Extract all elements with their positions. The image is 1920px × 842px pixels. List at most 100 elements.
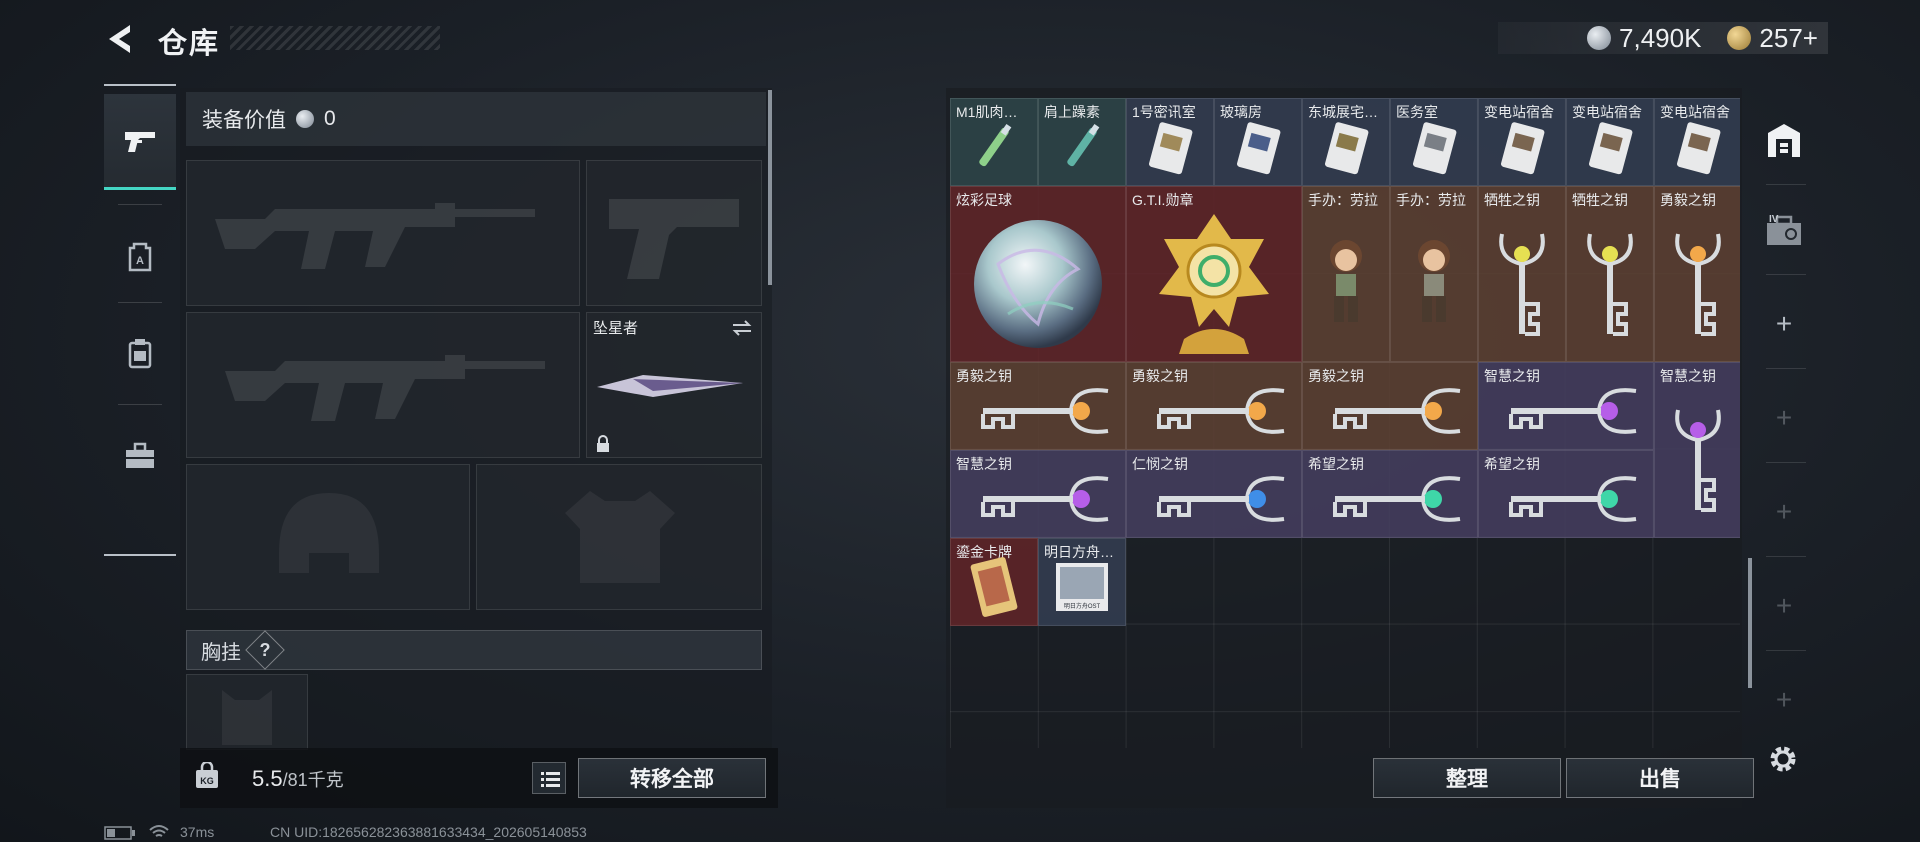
injector-icon (1067, 124, 1100, 167)
svg-text:KG: KG (200, 776, 214, 786)
item-wisdom-key-2[interactable]: 智慧之钥 (950, 450, 1126, 538)
album-icon: 明日方舟OST (1056, 563, 1108, 612)
add-case-button-4[interactable]: + (1762, 584, 1806, 628)
chest-rig-header: 胸挂 ? (186, 630, 762, 670)
pistol-slot[interactable] (586, 160, 762, 306)
item-hope-key-2[interactable]: 希望之钥 (1478, 450, 1654, 538)
helmet-slot[interactable] (186, 464, 470, 610)
warehouse-icon (1768, 124, 1800, 157)
item-shoulder-hormone[interactable]: 肩上躁素 (1038, 98, 1126, 186)
warehouse-scrollbar[interactable] (1748, 558, 1752, 688)
settings-button[interactable] (1766, 742, 1800, 781)
left-category-nav: A (104, 84, 176, 556)
equipment-value: 0 (324, 107, 336, 130)
item-wisdom-key-1[interactable]: 智慧之钥 (1478, 362, 1654, 450)
item-mercy-key[interactable]: 仁悯之钥 (1126, 450, 1302, 538)
wifi-icon (149, 825, 169, 837)
weight-current: 5.5 (252, 766, 283, 791)
keycard-icon (1237, 122, 1281, 175)
weight-readout: 5.5/81千克 (252, 766, 344, 792)
item-hope-key-1[interactable]: 希望之钥 (1302, 450, 1478, 538)
secondary-weapon-slot[interactable] (186, 312, 580, 458)
add-case-button-5[interactable]: + (1762, 678, 1806, 722)
horizontal-key-icon (1333, 388, 1461, 434)
item-courage-key-2[interactable]: 勇毅之钥 (1126, 362, 1302, 450)
item-key-card-7[interactable]: 变电站宿舍 (1654, 98, 1740, 186)
weight-icon: KG (196, 762, 218, 788)
add-case-button-2[interactable]: + (1762, 396, 1806, 440)
title-decoration (230, 26, 440, 50)
item-dazzle-football[interactable]: 炫彩足球 (950, 186, 1126, 362)
list-view-button[interactable] (532, 762, 566, 794)
sell-button[interactable]: 出售 (1566, 758, 1754, 798)
equipment-scrollbar[interactable] (768, 90, 772, 285)
item-key-card-3[interactable]: 东城展宅… (1302, 98, 1390, 186)
gear-icon (1770, 746, 1796, 772)
tier4-case-tab[interactable]: IV (1762, 208, 1806, 252)
back-arrow-icon[interactable] (104, 22, 138, 56)
uid-readout: CN UID:1826562823638816334​34_2026051408… (270, 824, 587, 840)
add-icon: + (1775, 684, 1793, 715)
add-case-button-3[interactable]: + (1762, 490, 1806, 534)
add-icon: + (1775, 496, 1793, 527)
nav-weapons[interactable] (104, 94, 176, 190)
horizontal-key-icon (1509, 476, 1637, 522)
item-lara-figure-2[interactable]: 手办：劳拉 (1390, 186, 1478, 362)
item-lara-figure-1[interactable]: 手办：劳拉 (1302, 186, 1390, 362)
sort-button[interactable]: 整理 (1373, 758, 1561, 798)
gold-currency-value[interactable]: 257+ (1759, 23, 1818, 54)
horizontal-key-icon (1509, 388, 1637, 434)
armor-slot[interactable] (476, 464, 762, 610)
nav-armor[interactable] (104, 306, 176, 402)
nav-toolbox[interactable] (104, 408, 176, 504)
nav-backpack[interactable]: A (104, 208, 176, 304)
primary-weapon-slot[interactable] (186, 160, 580, 306)
item-key-card-4[interactable]: 医务室 (1390, 98, 1478, 186)
tier-label: IV (1769, 214, 1779, 225)
item-m1-muscle[interactable]: M1肌肉… (950, 98, 1038, 186)
weight-max: /81千克 (282, 770, 344, 790)
keycard-icon (1501, 122, 1545, 175)
keycard-icon (1413, 122, 1457, 175)
helmet-silhouette-icon (279, 493, 379, 573)
keycard-icon (1325, 122, 1369, 175)
item-key-card-6[interactable]: 变电站宿舍 (1566, 98, 1654, 186)
item-gti-medal[interactable]: G.T.I.勋章 (1126, 186, 1302, 362)
add-icon: + (1775, 590, 1793, 621)
item-gilded-card[interactable]: 鎏金卡牌 (950, 538, 1038, 626)
horizontal-key-icon (1333, 476, 1461, 522)
item-key-card-1[interactable]: 1号密讯室 (1126, 98, 1214, 186)
lock-icon (597, 435, 609, 452)
item-key-card-5[interactable]: 变电站宿舍 (1478, 98, 1566, 186)
keycard-icon (1677, 122, 1721, 175)
horizontal-key-icon (981, 388, 1109, 434)
item-courage-key-vertical[interactable]: 勇毅之钥 (1654, 186, 1740, 362)
ping-readout: 37ms (180, 824, 215, 840)
melee-item-name: 坠星者 (593, 320, 639, 337)
silver-coin-icon (1587, 26, 1612, 50)
item-arknights-card[interactable]: 明日方舟… 明日方舟OST (1038, 538, 1126, 626)
melee-slot[interactable]: 坠星者 (586, 312, 762, 458)
horizontal-key-icon (981, 476, 1109, 522)
transfer-all-button[interactable]: 转移全部 (578, 758, 766, 798)
item-sacrifice-key-2[interactable]: 牺牲之钥 (1566, 186, 1654, 362)
backpack-icon: A (128, 242, 152, 272)
item-courage-key-3[interactable]: 勇毅之钥 (1302, 362, 1478, 450)
item-wisdom-key-vertical[interactable]: 智慧之钥 (1654, 362, 1740, 538)
chest-rig-silhouette-icon (222, 690, 272, 745)
pistol-icon (125, 131, 155, 152)
vertical-key-icon (1499, 234, 1545, 337)
add-case-button-1[interactable]: + (1762, 302, 1806, 346)
item-key-card-2[interactable]: 玻璃房 (1214, 98, 1302, 186)
toolbox-icon (126, 442, 154, 468)
list-icon (541, 772, 560, 787)
chest-rig-slot[interactable] (186, 674, 308, 750)
item-sacrifice-key-1[interactable]: 牺牲之钥 (1478, 186, 1566, 362)
rifle-silhouette-icon (215, 203, 535, 269)
item-courage-key-1[interactable]: 勇毅之钥 (950, 362, 1126, 450)
help-icon[interactable]: ? (245, 630, 285, 670)
warehouse-tab[interactable] (1762, 118, 1806, 162)
swap-icon[interactable] (731, 319, 753, 337)
rifle-silhouette-icon (225, 355, 545, 421)
football-icon (974, 220, 1102, 349)
